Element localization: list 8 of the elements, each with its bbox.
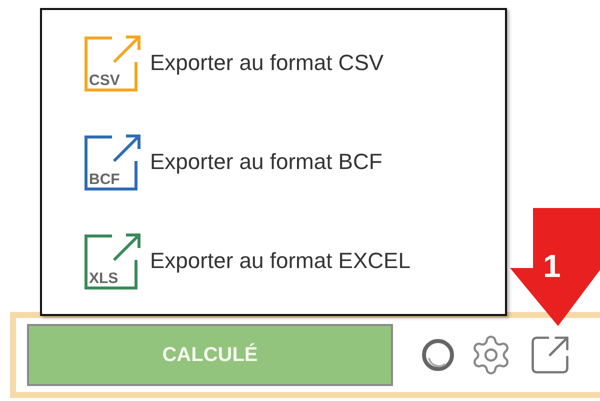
menu-item[interactable]: Exporter au format BCF (150, 148, 382, 175)
menu-item[interactable]: Exporter au format CSV (150, 50, 384, 76)
spinner-icon[interactable] (421, 338, 455, 372)
format-label: CSV (89, 73, 120, 88)
format-label: BCF (89, 172, 120, 187)
menu-item[interactable]: Exporter au format EXCEL (150, 248, 410, 274)
format-label: XLS (89, 270, 118, 286)
step-number: 1 (543, 250, 561, 282)
